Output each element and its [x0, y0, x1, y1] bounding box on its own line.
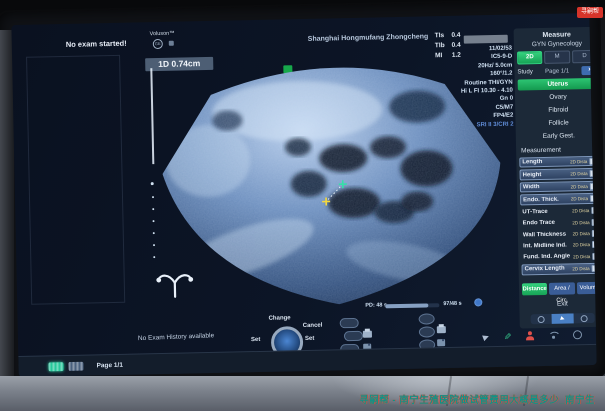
keyboard-active-icon[interactable] [48, 362, 63, 371]
row-label: Fund. Ind. Angle [523, 254, 571, 261]
row-tool-tag: 2D Dista [571, 196, 588, 201]
watermark-text: 寻嗣帮 - 南宁生殖医院做试管费用大概是多少_南宁生 [359, 392, 595, 406]
uterus-body-marker-icon[interactable] [155, 269, 196, 300]
tab-2d[interactable]: 2D [517, 51, 543, 65]
study-item-ovary[interactable]: Ovary [518, 91, 597, 104]
results-area-outline [26, 55, 125, 305]
trackball-left-label: Set [251, 337, 260, 343]
measurement-row-cervix-length[interactable]: Cervix Length 2D Dista [522, 263, 597, 275]
p-button[interactable] [419, 326, 435, 337]
study-page: Page 1/1 [536, 68, 579, 75]
ge-logo-icon: GE [153, 39, 163, 49]
area-circ-button[interactable]: Area / Circ. [549, 282, 575, 295]
volume-button[interactable]: Volume [577, 281, 597, 294]
cine-time-label: PD: 48 s [365, 302, 387, 308]
keyboard-icon[interactable] [68, 362, 83, 371]
patient-icon[interactable] [525, 331, 534, 340]
mode-tabs: 2D M D [517, 50, 597, 65]
ultrasound-image[interactable] [146, 55, 519, 315]
distance-button[interactable]: Distance [522, 283, 548, 296]
measurement-section-label: Measurement [521, 146, 597, 155]
printer-icon [437, 326, 446, 333]
wifi-icon[interactable] [548, 331, 559, 339]
row-label: Height [523, 171, 569, 178]
cine-counter-label: 97/48 s [443, 301, 461, 307]
row-label: Int. Midline Ind. [523, 242, 571, 249]
watermark-badge: 寻嗣帮 [577, 7, 603, 18]
circle-icon [538, 316, 545, 323]
circle-icon [580, 315, 587, 322]
hospital-name: Shanghai Hongmufang Zhongcheng [308, 33, 429, 43]
pointer-arrow-icon[interactable] [483, 333, 491, 341]
pen-annotate-icon[interactable]: ✎ [502, 332, 513, 340]
taskbar-page-indicator: Page 1/1 [96, 362, 123, 370]
measurement-row-fund-ind-angle[interactable]: Fund. Ind. Angle 2D Dista [521, 251, 596, 262]
p-button[interactable] [344, 331, 363, 341]
tis-label: TIs [430, 32, 445, 40]
patient-name-redacted [464, 35, 508, 44]
panel-title: Measure [517, 31, 597, 40]
measurement-row-ut-trace[interactable]: UT-Trace 2D Dista [520, 206, 596, 217]
row-label: UT-Trace [522, 208, 570, 215]
save-disk-icon [437, 339, 445, 346]
study-item-early-gest[interactable]: Early Gest. [519, 130, 597, 143]
exam-history-message: No Exam History available [138, 332, 214, 342]
taskbar-tray: ✎ [483, 329, 582, 342]
row-tool-tag: 2D Dista [572, 208, 589, 213]
row-label: Length [522, 159, 568, 166]
trackball-right-label: Set [305, 336, 314, 342]
trackball-top-label: Change [269, 315, 291, 321]
status-circle-icon[interactable] [573, 330, 582, 339]
study-item-follicle[interactable]: Follicle [518, 117, 596, 130]
segment-left[interactable] [531, 313, 553, 324]
exit-button[interactable]: Exit [522, 299, 596, 308]
voluson-logo: Voluson™ [150, 31, 175, 38]
row-tool-tag: 2D Dista [570, 171, 587, 176]
ultrasound-screen: No exam started! Voluson™ GE Shanghai Ho… [11, 13, 596, 377]
monitor-photo: No exam started! Voluson™ GE Shanghai Ho… [0, 0, 605, 411]
measurement-row-endo-trace[interactable]: Endo Trace 2D Dista [521, 217, 597, 228]
logo-square-icon [169, 41, 174, 46]
cursor-icon [560, 316, 565, 321]
segment-cursor-active[interactable] [552, 313, 574, 324]
pointer-mode-segment [531, 313, 595, 325]
row-tool-tag: 2D Dista [572, 266, 589, 271]
row-tool-tag: 2D Dista [571, 184, 588, 189]
panel-category: GYN Gynecology [517, 40, 597, 49]
row-tool-tag: 2D Dista [572, 220, 589, 225]
measurement-row-width[interactable]: Width 2D Dista [520, 181, 597, 193]
row-tool-tag: 2D Dista [573, 242, 590, 247]
measurement-row-height[interactable]: Height 2D Dista [520, 168, 597, 180]
row-label: Cervix Length [525, 266, 571, 273]
row-tool-tag: 2D Dista [570, 159, 587, 164]
tab-m[interactable]: M [544, 50, 570, 64]
measure-panel: Measure GYN Gynecology 2D M D Study Page… [514, 27, 597, 329]
measurement-row-int-midline[interactable]: Int. Midline Ind. 2D Dista [521, 240, 597, 251]
measurement-row-endo-thick[interactable]: Endo. Thick. 2D Dista [520, 193, 597, 205]
study-item-fibroid[interactable]: Fibroid [518, 104, 596, 117]
measurement-row-wall-thickness[interactable]: Wall Thickness 2D Dista [521, 229, 597, 240]
printer-icon [363, 331, 372, 338]
tis-value: 0.4 [446, 32, 460, 40]
row-label: Endo. Thick. [523, 196, 569, 203]
study-label: Study [517, 69, 532, 75]
row-tool-tag: 2D Dista [573, 231, 590, 236]
study-item-uterus[interactable]: Uterus [518, 78, 597, 91]
row-label: Wall Thickness [523, 231, 571, 238]
measurement-row-length[interactable]: Length 2D Dista [519, 156, 596, 168]
row-label: Width [523, 184, 569, 191]
row-tool-tag: 2D Dista [573, 254, 590, 259]
segment-right[interactable] [573, 313, 595, 324]
row-label: Endo Trace [523, 220, 571, 227]
p-button[interactable] [419, 313, 435, 324]
exam-status-message: No exam started! [66, 39, 127, 49]
trackball-topright-label: Cancel [303, 323, 323, 329]
